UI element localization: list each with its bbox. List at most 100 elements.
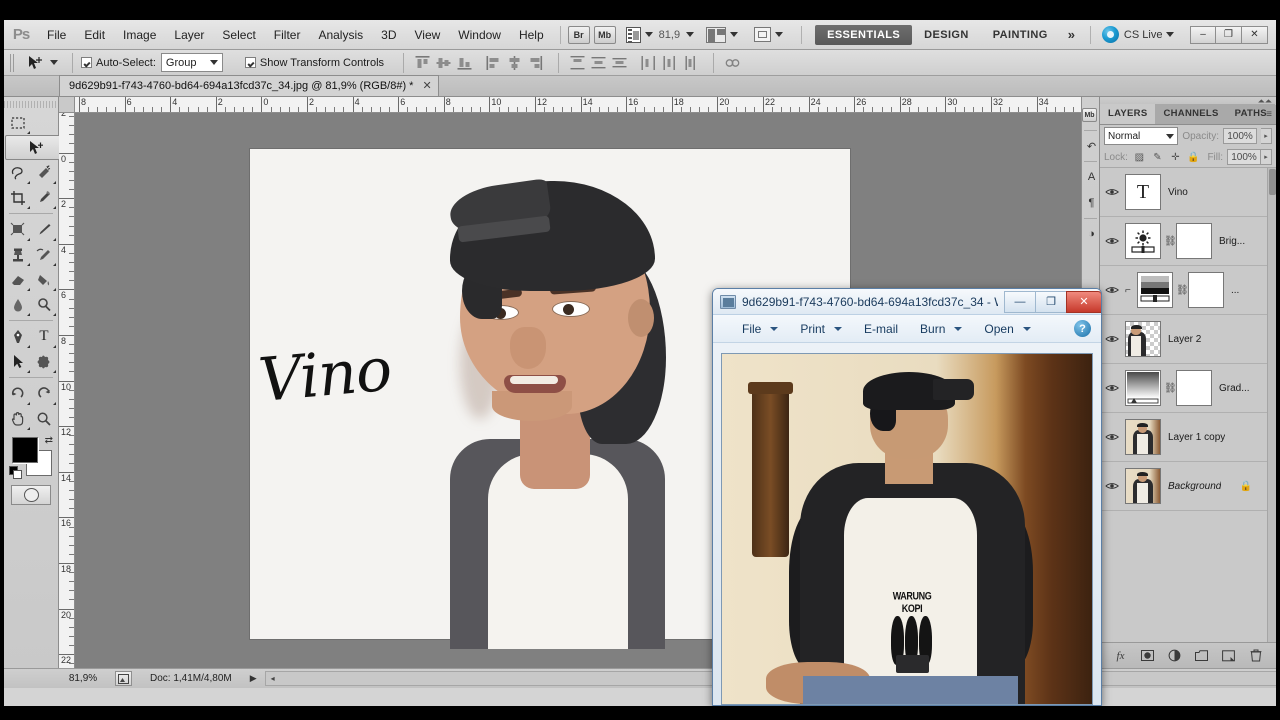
tool-type[interactable]: T: [31, 324, 57, 349]
new-adjustment-layer-button[interactable]: [1168, 649, 1182, 663]
ruler-origin-corner[interactable]: [59, 97, 75, 113]
table-row[interactable]: ⛓ Grad...: [1100, 364, 1276, 413]
layer-name[interactable]: Vino: [1164, 187, 1188, 198]
swap-colors-icon[interactable]: ⇄: [45, 435, 53, 446]
tool-blur[interactable]: [5, 292, 31, 317]
panel-menu-icon[interactable]: ≡: [1266, 109, 1272, 120]
layers-scrollbar[interactable]: [1267, 168, 1276, 642]
distribute-bottom-edges-icon[interactable]: [611, 55, 628, 71]
layer-thumbnail[interactable]: T: [1125, 174, 1161, 210]
photo-viewer-minimize-button[interactable]: —: [1004, 290, 1035, 313]
layer-thumbnail[interactable]: [1125, 419, 1161, 455]
layer-name[interactable]: Layer 1 copy: [1164, 432, 1225, 443]
table-row[interactable]: Layer 2: [1100, 315, 1276, 364]
lock-image-pixels-icon[interactable]: ✎: [1151, 151, 1164, 164]
tool-crop[interactable]: [5, 185, 31, 210]
tool-path-selection[interactable]: [5, 349, 31, 374]
menu-help[interactable]: Help: [510, 24, 553, 46]
mini-bridge-icon[interactable]: Mb: [1082, 102, 1101, 128]
menu-image[interactable]: Image: [114, 24, 165, 46]
layer-thumbnail[interactable]: [1125, 370, 1161, 406]
layer-visibility-toggle[interactable]: [1102, 378, 1122, 398]
help-icon[interactable]: ?: [1074, 320, 1091, 337]
canvas-text-vino[interactable]: Vino: [256, 332, 424, 446]
tool-custom-shape[interactable]: [31, 349, 57, 374]
layer-thumbnail[interactable]: [1125, 468, 1161, 504]
menu-3d[interactable]: 3D: [372, 24, 405, 46]
tool-eraser[interactable]: [5, 267, 31, 292]
layer-name[interactable]: Brig...: [1215, 236, 1245, 247]
paragraph-icon[interactable]: ¶: [1082, 190, 1101, 216]
close-icon[interactable]: ✕: [422, 76, 431, 97]
table-row[interactable]: ⛓ Brig...: [1100, 217, 1276, 266]
tool-spot-healing[interactable]: [5, 217, 31, 242]
new-layer-button[interactable]: [1222, 649, 1236, 663]
layer-visibility-toggle[interactable]: [1102, 231, 1122, 251]
menu-layer[interactable]: Layer: [165, 24, 213, 46]
status-expand-icon[interactable]: ▶: [250, 673, 257, 684]
distribute-horizontal-centers-icon[interactable]: [661, 55, 678, 71]
opacity-value[interactable]: 100%: [1223, 128, 1257, 144]
workspace-tab-essentials[interactable]: ESSENTIALS: [815, 24, 913, 45]
layer-visibility-toggle[interactable]: [1102, 280, 1122, 300]
layer-thumbnail[interactable]: [1137, 272, 1173, 308]
scroll-left-icon[interactable]: ◂: [267, 673, 279, 684]
table-row[interactable]: ⌐ ⛓ ...: [1100, 266, 1276, 315]
tool-dodge[interactable]: [31, 292, 57, 317]
tool-3d-rotate[interactable]: [5, 381, 31, 406]
table-row[interactable]: T Vino: [1100, 168, 1276, 217]
tool-lasso[interactable]: [5, 160, 31, 185]
photo-viewer-image-area[interactable]: WARUNG KOPI: [721, 353, 1093, 705]
layer-name[interactable]: Layer 2: [1164, 334, 1201, 345]
new-group-button[interactable]: [1195, 649, 1209, 663]
options-bar-grip[interactable]: [10, 53, 15, 72]
photo-viewer-menu-burn[interactable]: Burn: [909, 318, 973, 340]
photo-viewer-menu-open[interactable]: Open: [973, 318, 1041, 340]
lock-position-icon[interactable]: ✛: [1169, 151, 1182, 164]
auto-select-scope-select[interactable]: Group: [160, 53, 223, 72]
tool-pen[interactable]: [5, 324, 31, 349]
tool-eyedropper[interactable]: [31, 185, 57, 210]
tool-move[interactable]: [5, 135, 67, 160]
document-tab[interactable]: 9d629b91-f743-4760-bd64-694a13fcd37c_34.…: [59, 75, 439, 96]
tool-hand[interactable]: [5, 406, 31, 431]
layer-mask-thumbnail[interactable]: [1188, 272, 1224, 308]
photo-viewer-menu-print[interactable]: Print: [789, 318, 853, 340]
layer-style-button[interactable]: fx: [1114, 649, 1128, 663]
fill-stepper[interactable]: ▸: [1261, 149, 1272, 165]
distribute-top-edges-icon[interactable]: [569, 55, 586, 71]
window-minimize-button[interactable]: –: [1190, 25, 1216, 44]
zoom-chevron-down-icon[interactable]: [686, 32, 695, 37]
tool-3d-orbit[interactable]: [31, 381, 57, 406]
cs-live-button[interactable]: CS Live: [1101, 26, 1175, 43]
align-horizontal-centers-icon[interactable]: [506, 55, 523, 71]
history-icon[interactable]: ↶: [1082, 133, 1101, 159]
tool-marquee[interactable]: [5, 110, 31, 135]
distribute-left-edges-icon[interactable]: [640, 55, 657, 71]
default-colors-icon[interactable]: [9, 466, 22, 479]
distribute-right-edges-icon[interactable]: [682, 55, 699, 71]
auto-select-checkbox[interactable]: [81, 57, 92, 68]
screen-mode-button[interactable]: [754, 27, 784, 42]
layer-name[interactable]: Grad...: [1215, 383, 1250, 394]
layer-visibility-toggle[interactable]: [1102, 476, 1122, 496]
tab-layers[interactable]: LAYERS: [1100, 104, 1156, 124]
workspace-tab-design[interactable]: DESIGN: [912, 25, 981, 45]
align-vertical-centers-icon[interactable]: [435, 55, 452, 71]
photo-viewer-menu-file[interactable]: File: [731, 318, 789, 340]
workspace-tab-painting[interactable]: PAINTING: [981, 25, 1060, 45]
tool-zoom[interactable]: [31, 406, 57, 431]
menu-view[interactable]: View: [405, 24, 449, 46]
menu-file[interactable]: File: [38, 24, 75, 46]
layer-mask-thumbnail[interactable]: [1176, 370, 1212, 406]
arrange-documents-button[interactable]: [706, 26, 739, 43]
status-preview-button[interactable]: [115, 671, 132, 686]
tool-clone-stamp[interactable]: [5, 242, 31, 267]
windows-photo-viewer-window[interactable]: 9d629b91-f743-4760-bd64-694a13fcd37c_34 …: [712, 288, 1102, 706]
status-zoom-value[interactable]: 81,9%: [59, 673, 107, 684]
launch-mini-bridge-button[interactable]: Mb: [593, 25, 616, 44]
zoom-level-value[interactable]: 81,9: [657, 29, 682, 41]
photo-viewer-titlebar[interactable]: 9d629b91-f743-4760-bd64-694a13fcd37c_34 …: [713, 289, 1101, 315]
window-restore-button[interactable]: ❐: [1216, 25, 1242, 44]
adjustments-icon[interactable]: ◑: [1082, 221, 1101, 247]
